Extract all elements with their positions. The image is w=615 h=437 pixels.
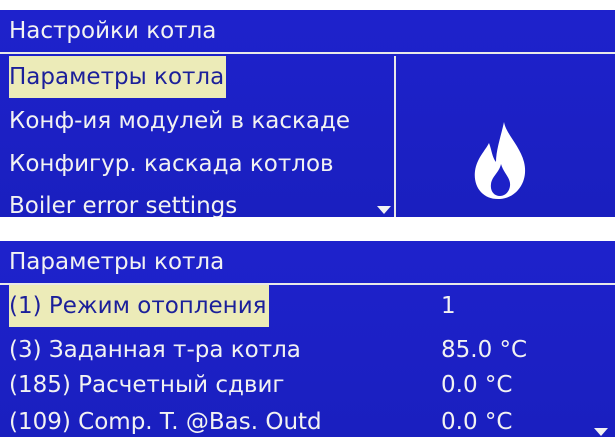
menu-title-bar: Настройки котла bbox=[0, 10, 615, 54]
params-title-bar: Параметры котла bbox=[0, 241, 615, 285]
param-label: (185) Расчетный сдвиг bbox=[9, 372, 285, 398]
menu-item-label: Параметры котла bbox=[9, 56, 227, 98]
param-row-heating-mode[interactable]: (1) Режим отопления 1 bbox=[0, 285, 615, 327]
boiler-parameters-screen: Параметры котла (1) Режим отопления 1 (3… bbox=[0, 241, 615, 437]
params-title: Параметры котла bbox=[9, 249, 225, 275]
boiler-settings-menu-screen: Настройки котла Параметры котла Конф-ия … bbox=[0, 10, 615, 217]
param-value: 1 bbox=[441, 293, 456, 319]
param-row-calculated-offset[interactable]: (185) Расчетный сдвиг 0.0 °C bbox=[0, 364, 615, 406]
panel-divider bbox=[394, 56, 396, 217]
menu-item-label: Конфигур. каскада котлов bbox=[9, 151, 334, 177]
menu-title: Настройки котла bbox=[9, 18, 217, 44]
flame-icon bbox=[474, 122, 526, 200]
scroll-down-arrow-icon[interactable] bbox=[594, 428, 608, 436]
param-value: 0.0 °C bbox=[441, 372, 513, 398]
param-label: (109) Comp. T. @Bas. Outd bbox=[9, 409, 322, 435]
param-row-comp-t-bas-outd[interactable]: (109) Comp. T. @Bas. Outd 0.0 °C bbox=[0, 401, 615, 437]
menu-item-label: Boiler error settings bbox=[9, 193, 238, 217]
param-label: (1) Режим отопления bbox=[9, 285, 269, 327]
menu-item-label: Конф-ия модулей в каскаде bbox=[9, 108, 351, 134]
param-value: 0.0 °C bbox=[441, 409, 513, 435]
scroll-down-arrow-icon[interactable] bbox=[377, 206, 391, 214]
